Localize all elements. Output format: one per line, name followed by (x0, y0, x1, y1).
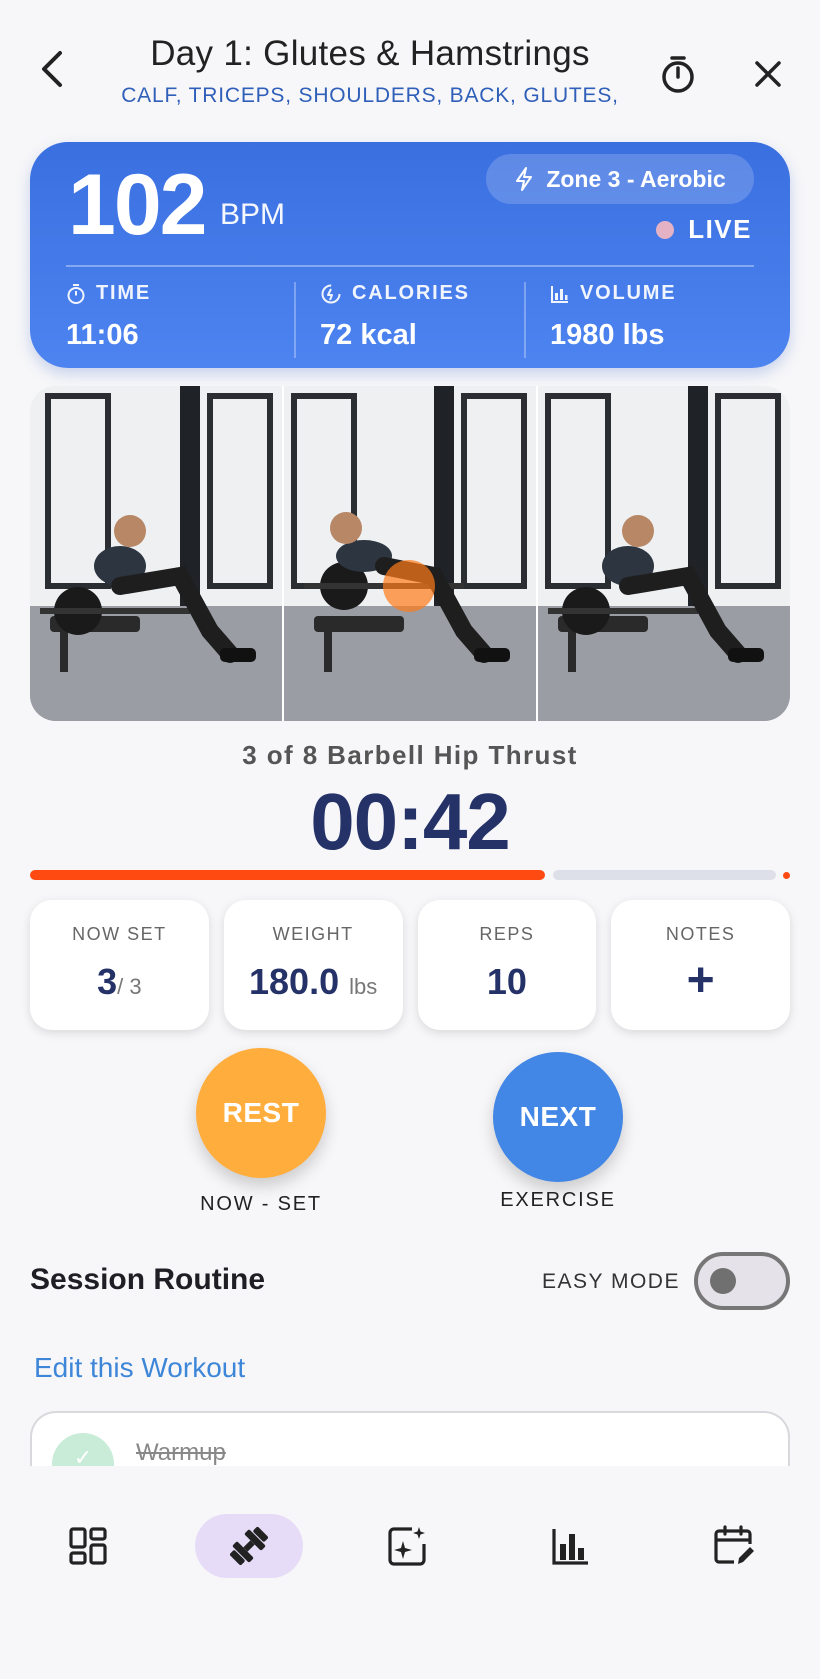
stat-time: TIME 11:06 (66, 282, 296, 352)
stat-volume-label: VOLUME (580, 282, 677, 304)
weight-unit: lbs (349, 974, 378, 999)
add-note-icon: + (686, 954, 715, 1007)
dashboard-icon (69, 1527, 107, 1565)
bpm-value: 102 (68, 157, 207, 253)
demo-frame-top (282, 386, 536, 721)
rest-caption: NOW - SET (200, 1193, 322, 1215)
check-icon: ✓ (52, 1433, 114, 1466)
zone-label: Zone 3 - Aerobic (546, 165, 726, 192)
progress-track (553, 870, 776, 880)
back-button[interactable] (30, 46, 76, 92)
stat-time-value: 11:06 (66, 319, 139, 351)
close-button[interactable] (744, 50, 792, 98)
stat-calories: CALORIES 72 kcal (320, 282, 550, 352)
lightning-icon (516, 167, 533, 191)
reps-label: REPS (479, 924, 535, 944)
ai-sparkle-icon (388, 1527, 426, 1566)
reps-value: 10 (486, 961, 527, 1002)
next-caption: EXERCISE (500, 1189, 616, 1211)
bar-chart-icon (551, 285, 568, 303)
stat-time-label: TIME (96, 282, 151, 304)
exercise-progress (30, 870, 790, 880)
exercise-name: 3 of 8 Barbell Hip Thrust (242, 740, 578, 770)
progress-fill (30, 870, 545, 880)
stopwatch-icon (67, 283, 85, 304)
stat-separator (524, 282, 526, 358)
card-divider (66, 265, 754, 267)
chevron-left-icon (42, 51, 62, 87)
nav-calendar[interactable] (680, 1514, 788, 1578)
session-routine-title: Session Routine (30, 1263, 266, 1296)
workout-title: Day 1: Glutes & Hamstrings (150, 34, 590, 73)
stats-icon (552, 1529, 588, 1565)
weight-label: WEIGHT (272, 924, 354, 944)
weight-card[interactable]: WEIGHT 180.0 lbs (223, 900, 403, 1030)
weight-value: 180.0 (249, 961, 340, 1002)
progress-end-dot (783, 872, 790, 879)
now-set-label: NOW SET (72, 924, 167, 944)
stat-calories-value: 72 kcal (320, 319, 417, 351)
dumbbell-icon (230, 1527, 268, 1565)
easy-mode-toggle[interactable] (694, 1252, 790, 1310)
set-total: / 3 (117, 974, 142, 999)
rest-button[interactable]: REST (196, 1048, 326, 1178)
stat-volume-value: 1980 lbs (550, 319, 665, 351)
now-set-value: 3 (97, 961, 118, 1002)
exercise-demo-image[interactable] (30, 386, 790, 721)
routine-item-name: Warmup (136, 1439, 226, 1466)
stat-volume: VOLUME 1980 lbs (550, 282, 780, 352)
next-button[interactable]: NEXT (493, 1052, 623, 1182)
notes-card[interactable]: NOTES + (611, 900, 790, 1030)
next-label: NEXT (519, 1101, 597, 1132)
routine-list: ✓ Warmup (30, 1411, 790, 1466)
easy-mode-label: EASY MODE (542, 1270, 680, 1293)
edit-workout-link[interactable]: Edit this Workout (34, 1352, 245, 1384)
heart-rate-card: 102 BPM Zone 3 - Aerobic LIVE TIME 11:06 (30, 142, 790, 368)
now-set-card[interactable]: NOW SET 3/ 3 (30, 900, 209, 1030)
reps-card[interactable]: REPS 10 (417, 900, 597, 1030)
demo-frame-end (536, 386, 790, 721)
toggle-knob (710, 1268, 736, 1294)
nav-ai[interactable] (354, 1514, 462, 1578)
nav-dashboard[interactable] (34, 1514, 142, 1578)
app-header: Day 1: Glutes & Hamstrings CALF, TRICEPS… (0, 0, 820, 130)
zone-badge: Zone 3 - Aerobic (486, 154, 754, 204)
rest-label: REST (222, 1097, 300, 1128)
timer-button[interactable] (654, 50, 702, 98)
bottom-navigation (0, 1466, 820, 1679)
stat-calories-label: CALORIES (352, 282, 470, 304)
calories-icon (321, 284, 341, 303)
exercise-timer: 00:42 (310, 777, 511, 866)
bpm-unit: BPM (220, 198, 286, 231)
set-info-cards: NOW SET 3/ 3 WEIGHT 180.0 lbs REPS 10 NO… (30, 900, 790, 1030)
live-label: LIVE (688, 214, 752, 244)
muscle-groups: CALF, TRICEPS, SHOULDERS, BACK, GLUTES, (121, 84, 619, 107)
nav-workout[interactable] (195, 1514, 303, 1578)
live-dot (656, 220, 675, 239)
calendar-edit-icon (714, 1525, 754, 1564)
demo-frame-start (30, 386, 282, 721)
notes-label: NOTES (665, 924, 736, 944)
stopwatch-icon (662, 56, 694, 93)
close-icon (755, 61, 781, 87)
live-indicator: LIVE (656, 214, 752, 245)
nav-stats[interactable] (516, 1514, 624, 1578)
stat-separator (294, 282, 296, 358)
